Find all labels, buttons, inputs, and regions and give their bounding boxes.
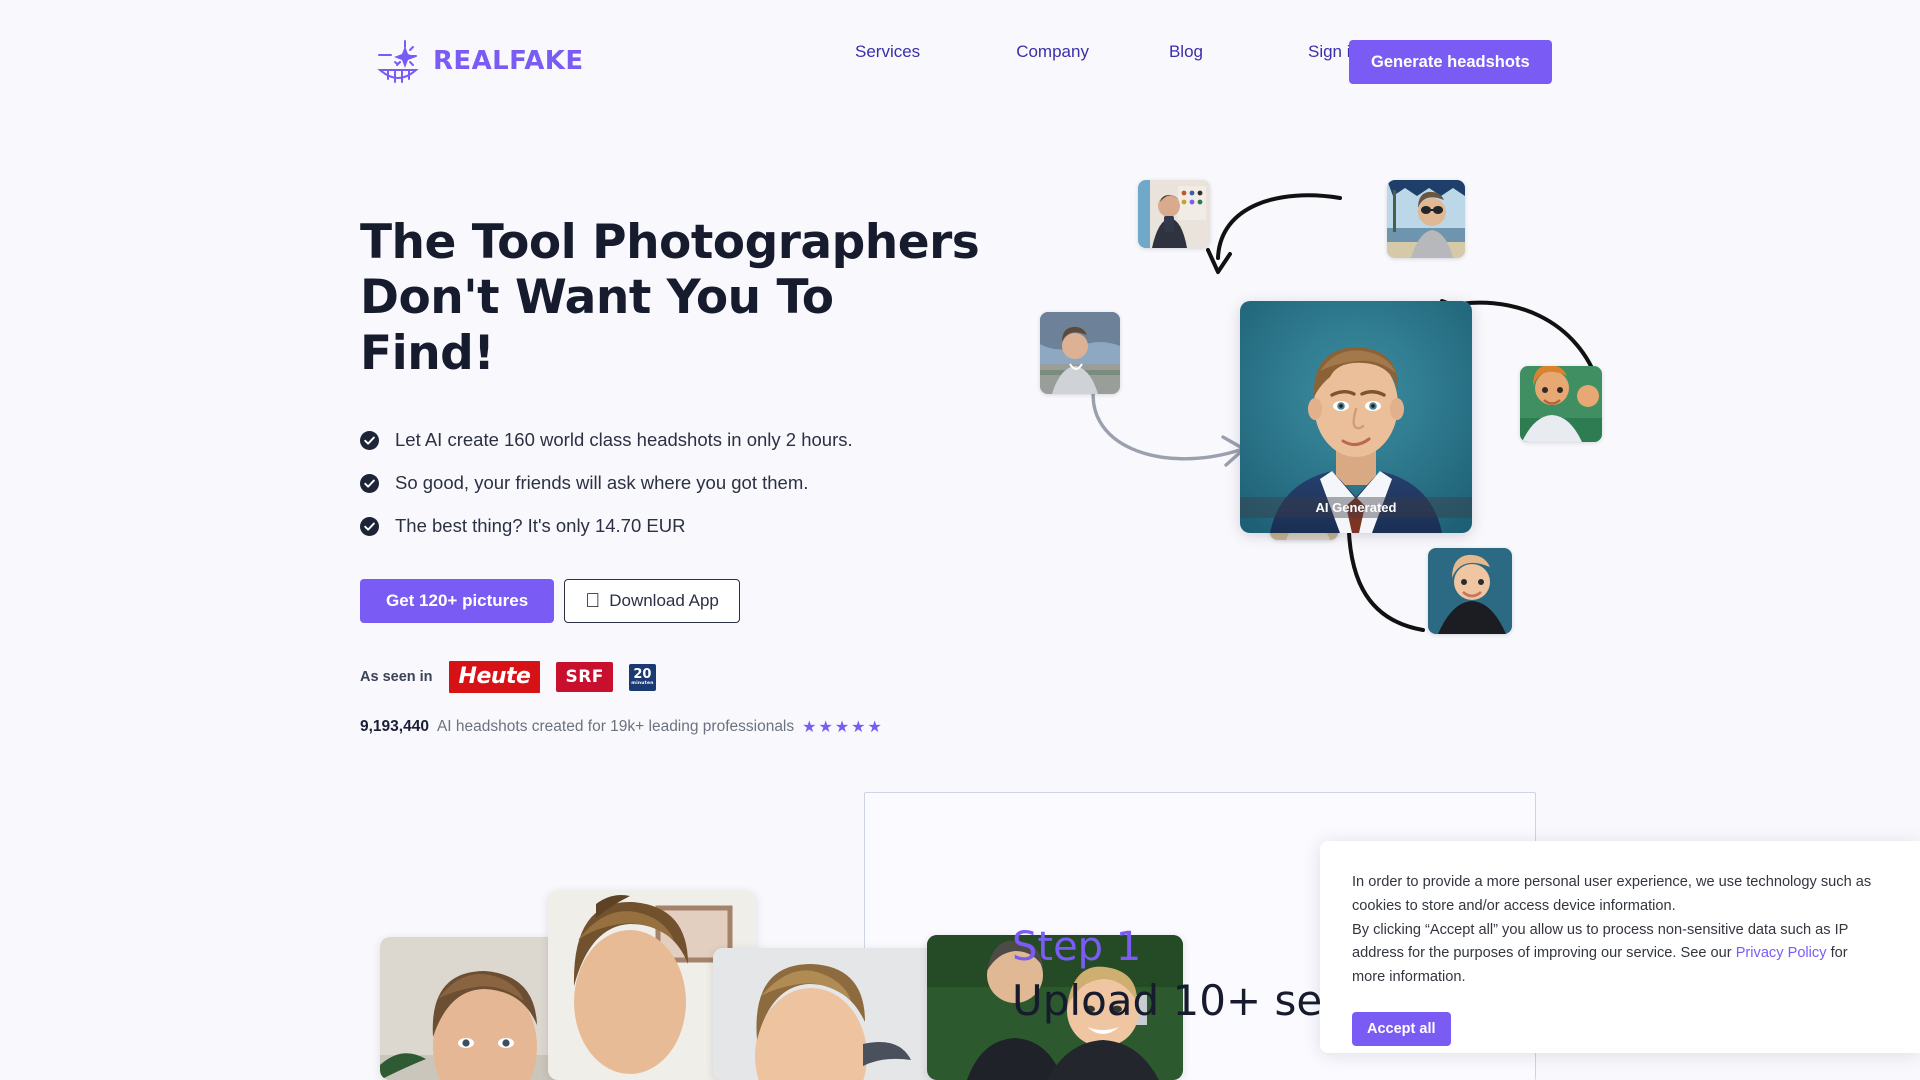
cookie-paragraph-2: By clicking “Accept all” you allow us to… <box>1352 919 1884 990</box>
check-circle-icon <box>360 430 379 450</box>
landing-page: REALFAKE Services Company Blog Sign in G… <box>0 0 1920 1080</box>
privacy-policy-link[interactable]: Privacy Policy <box>1736 945 1827 961</box>
cookie-paragraph-1: In order to provide a more personal user… <box>1352 874 1872 914</box>
get-pictures-button[interactable]: Get 120+ pictures <box>360 579 555 624</box>
ai-generated-badge: AI Generated <box>1240 497 1472 518</box>
hero-benefit-list: Let AI create 160 world class headshots … <box>360 429 980 537</box>
benefit-text: Let AI create 160 world class headshots … <box>395 429 853 451</box>
selfie-thumbnail <box>1040 312 1120 394</box>
nav-item-services[interactable]: Services <box>855 42 920 62</box>
apple-logo-icon:  <box>585 591 600 611</box>
check-circle-icon <box>360 516 379 536</box>
cookie-consent-banner: In order to provide a more personal user… <box>1320 841 1920 1053</box>
download-app-label: Download App <box>594 591 719 611</box>
hero-title: The Tool Photographers Don't Want You To… <box>360 215 980 381</box>
sparkle-smile-logo-icon <box>377 40 419 83</box>
site-header: REALFAKE Services Company Blog Sign in G… <box>0 0 1920 104</box>
press-logo-20minuten-number: 20 <box>633 667 652 683</box>
check-circle-icon <box>360 473 379 493</box>
benefit-text: The best thing? It's only 14.70 EUR <box>395 515 686 537</box>
nav-item-blog[interactable]: Blog <box>1169 42 1203 62</box>
selfie-photo <box>1428 548 1512 634</box>
list-item: So good, your friends will ask where you… <box>360 472 980 494</box>
step-photo-collage <box>380 890 1183 1080</box>
headshots-caption: AI headshots created for 19k+ leading pr… <box>436 718 795 736</box>
step-title: Upload 10+ se <box>1012 976 1323 1025</box>
brand-logo[interactable]: REALFAKE <box>375 38 583 84</box>
headshots-count: 9,193,440 <box>360 718 429 736</box>
generate-headshots-button[interactable]: Generate headshots <box>1349 40 1552 84</box>
download-app-button[interactable]:  Download App <box>564 579 740 624</box>
selfie-thumbnail <box>1387 180 1465 258</box>
accept-all-button[interactable]: Accept all <box>1352 1011 1451 1046</box>
selfie-photo <box>1387 180 1465 258</box>
press-logo-20minuten-word: minuten <box>631 681 654 687</box>
hero-photo-collage: AI Generated <box>1040 180 1680 680</box>
social-proof-row: 9,193,440 AI headshots created for 19k+ … <box>360 717 980 737</box>
star-rating-icon: ★★★★★ <box>802 719 884 737</box>
hero-title-line-1: The Tool Photographers <box>360 215 980 270</box>
press-logo-srf: SRF <box>556 662 613 693</box>
brand-name: REALFAKE <box>433 46 584 76</box>
nav-item-company[interactable]: Company <box>1016 42 1089 62</box>
ai-generated-headshot: AI Generated <box>1240 301 1472 533</box>
curved-arrow-icon <box>1091 378 1246 467</box>
press-logo-20minuten: 20 minuten <box>628 663 656 691</box>
selfie-photo <box>1138 180 1210 248</box>
list-item: The best thing? It's only 14.70 EUR <box>360 515 980 537</box>
press-row: As seen in Heute SRF 20 minuten <box>360 661 980 694</box>
hero-cta-row: Get 120+ pictures  Download App <box>360 579 980 624</box>
selfie-thumbnail <box>1428 548 1512 634</box>
as-seen-in-label: As seen in <box>360 669 433 686</box>
selfie-thumbnail <box>1520 366 1602 442</box>
selfie-thumbnail <box>1138 180 1210 248</box>
selfie-photo <box>1040 312 1120 394</box>
step-text-block: Step 1 Upload 10+ se <box>1012 925 1322 1028</box>
hero-content: The Tool Photographers Don't Want You To… <box>360 215 980 737</box>
step-eyebrow: Step 1 <box>1012 924 1142 970</box>
benefit-text: So good, your friends will ask where you… <box>395 472 809 494</box>
press-logo-heute: Heute <box>448 661 541 694</box>
list-item: Let AI create 160 world class headshots … <box>360 429 980 451</box>
selfie-photo <box>1520 366 1602 442</box>
main-nav: Services Company Blog Sign in <box>855 0 1360 104</box>
hero-title-line-2: Don't Want You To Find! <box>360 270 834 381</box>
